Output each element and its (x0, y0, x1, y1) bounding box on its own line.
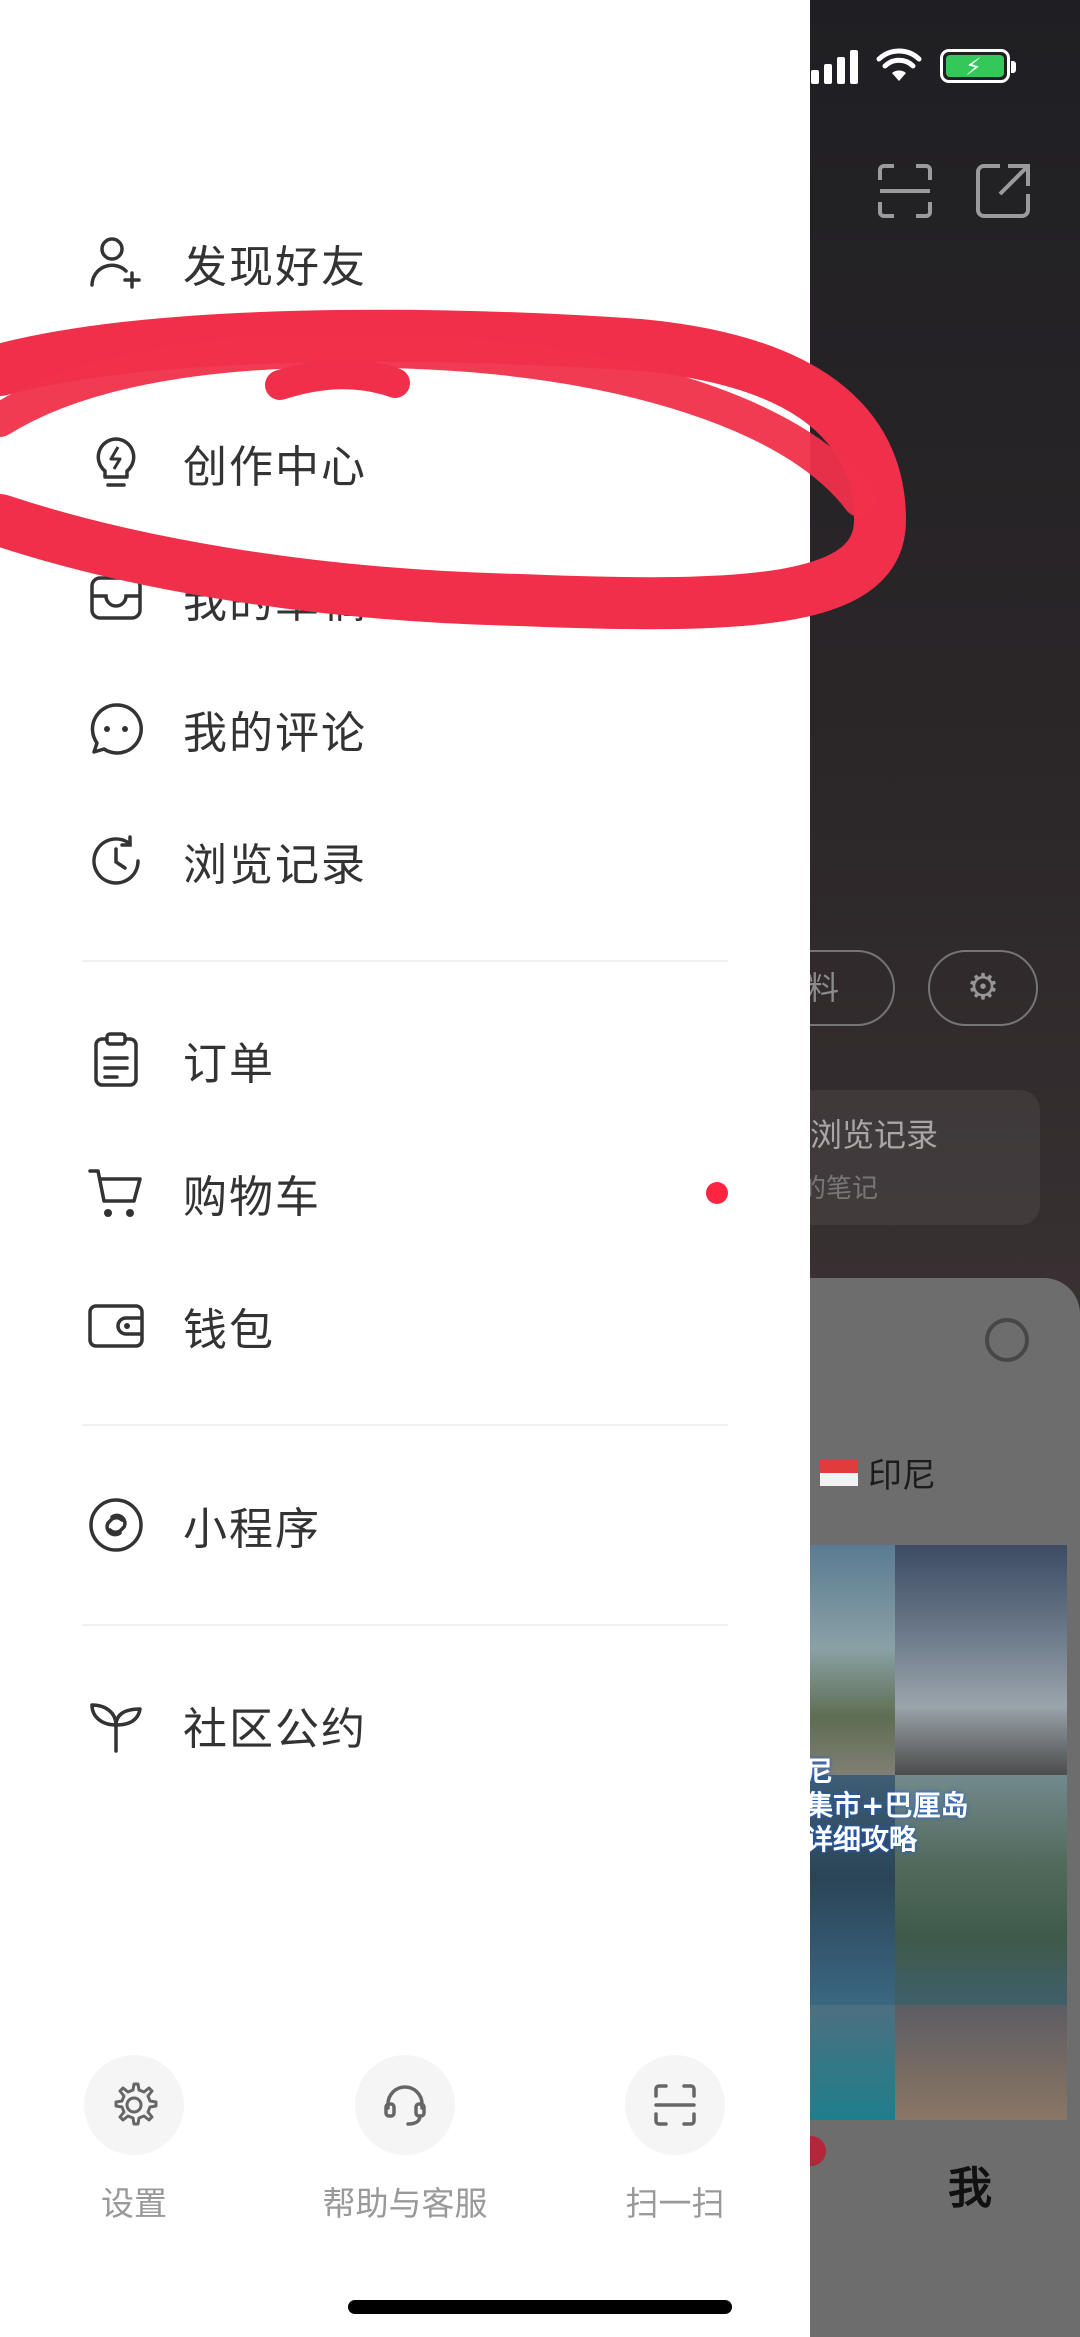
note-thumbnail (800, 2005, 895, 2120)
menu-orders[interactable]: 订单 (0, 1005, 810, 1115)
help-customer-service-button[interactable]: 帮助与客服 (305, 2055, 505, 2225)
country-tag: 印尼 (820, 1448, 936, 1497)
scan-circle (625, 2055, 725, 2155)
link-circle-icon (86, 1495, 146, 1555)
cart-red-dot (706, 1182, 728, 1204)
menu-label: 创作中心 (183, 442, 367, 493)
gear-icon (114, 2082, 158, 2126)
menu-label: 社区公约 (183, 1704, 367, 1755)
comment-bubble-icon (86, 699, 146, 759)
cart-icon (86, 1163, 146, 1223)
menu-label: 钱包 (183, 1305, 275, 1356)
menu-label: 我的草稿 (183, 577, 367, 628)
history-card-subtitle: 的笔记 (800, 1174, 879, 1204)
menu-label: 浏览记录 (183, 840, 367, 891)
divider (82, 960, 728, 962)
menu-cart[interactable]: 购物车 (0, 1138, 810, 1248)
divider (82, 1424, 728, 1426)
side-drawer: 发现好友 创作中心 我的草稿 4 我的评论 浏览记录 订单 购物车 钱包 小程序… (0, 0, 810, 2337)
menu-mini-programs[interactable]: 小程序 (0, 1470, 810, 1580)
note-overlay-text: 尼 集市+巴厘岛 详细攻略 (805, 1755, 969, 1856)
menu-creator-center[interactable]: 创作中心 (0, 408, 810, 518)
help-label: 帮助与客服 (322, 2184, 488, 2223)
wifi-icon (876, 48, 922, 81)
settings-button[interactable]: 设置 (34, 2055, 234, 2225)
history-card-title: 浏览记录 (810, 1116, 939, 1154)
drafts-tray-icon (86, 568, 146, 628)
scan-frame-icon (876, 162, 934, 220)
clipboard-icon (86, 1030, 146, 1090)
headset-icon (384, 2085, 426, 2126)
menu-community-guidelines[interactable]: 社区公约 (0, 1670, 810, 1780)
search-icon (985, 1318, 1029, 1362)
battery-icon: ⚡ (940, 49, 1016, 83)
scan-button[interactable]: 扫一扫 (575, 2055, 775, 2225)
user-plus-icon (86, 233, 146, 293)
menu-label: 我的评论 (183, 708, 367, 759)
menu-find-friends[interactable]: 发现好友 (0, 208, 810, 318)
note-thumbnail (895, 2005, 1067, 2120)
wallet-icon (86, 1296, 146, 1356)
home-indicator (348, 2300, 732, 2314)
status-bar: ⚡ (811, 48, 1016, 84)
divider (82, 1624, 728, 1626)
help-circle (355, 2055, 455, 2155)
settings-label: 设置 (101, 2184, 167, 2223)
cellular-signal-icon (811, 48, 858, 84)
menu-label: 订单 (183, 1039, 275, 1090)
menu-my-drafts[interactable]: 我的草稿 4 (0, 543, 810, 653)
settings-circle (84, 2055, 184, 2155)
drafts-count: 4 (700, 575, 726, 621)
profile-settings-icon: ⚙ (928, 950, 1038, 1026)
share-icon (974, 162, 1032, 220)
menu-browse-history[interactable]: 浏览记录 (0, 806, 810, 916)
menu-label: 发现好友 (183, 242, 367, 293)
menu-wallet[interactable]: 钱包 (0, 1271, 810, 1381)
lightbulb-icon (86, 433, 146, 493)
tab-me: 我 (948, 2163, 992, 2214)
menu-my-comments[interactable]: 我的评论 (0, 674, 810, 784)
note-thumbnail (800, 1545, 895, 1775)
menu-label: 小程序 (183, 1504, 321, 1555)
history-clock-icon (86, 831, 146, 891)
scan-label: 扫一扫 (625, 2184, 725, 2223)
sprout-icon (86, 1695, 146, 1755)
menu-label: 购物车 (183, 1172, 321, 1223)
note-thumbnail (895, 1545, 1067, 1775)
scan-icon (654, 2084, 696, 2126)
indonesia-flag-icon (820, 1459, 858, 1486)
